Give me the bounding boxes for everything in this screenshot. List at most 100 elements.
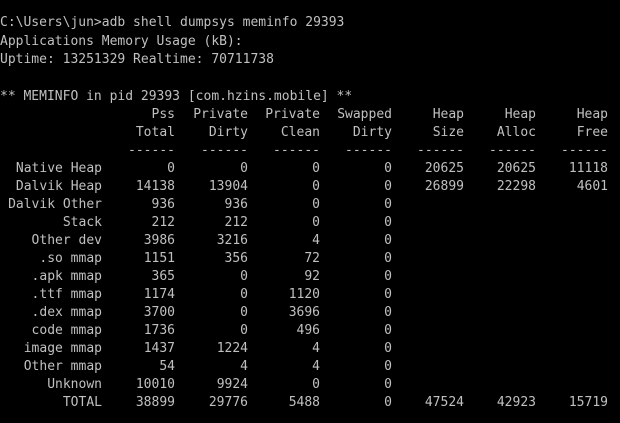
table-cell: 3216 [216, 233, 248, 248]
table-cell: 15719 [568, 395, 608, 410]
table-cell: 1151 [143, 251, 175, 266]
table-cell: 0 [312, 179, 320, 194]
table-cell: 14138 [135, 179, 175, 194]
column-header-top: Swapped [337, 107, 392, 122]
table-cell: 496 [296, 323, 320, 338]
uptime-line: Uptime: 13251329 Realtime: 70711738 [0, 52, 274, 67]
table-cell: 0 [312, 377, 320, 392]
table-cell: 29776 [208, 395, 248, 410]
row-label: Unknown [47, 377, 102, 392]
table-cell: 1437 [143, 341, 175, 356]
table-cell: 5488 [288, 395, 320, 410]
column-header-bottom: Dirty [208, 125, 248, 140]
column-header-top: Heap [432, 107, 464, 122]
table-cell: 42923 [496, 395, 536, 410]
table-cell: 9924 [216, 377, 248, 392]
table-cell: 1174 [143, 287, 175, 302]
table-cell: 0 [384, 233, 392, 248]
table-cell: 4 [312, 341, 320, 356]
table-cell: 0 [384, 269, 392, 284]
table-cell: 11118 [568, 161, 608, 176]
table-cell: 54 [159, 359, 175, 374]
table-cell: 0 [312, 161, 320, 176]
table-cell: 212 [224, 215, 248, 230]
table-cell: 0 [384, 161, 392, 176]
table-cell: 3986 [143, 233, 175, 248]
column-header-bottom: Size [432, 125, 464, 140]
table-cell: 0 [312, 215, 320, 230]
table-cell: 0 [167, 161, 175, 176]
row-label: code mmap [31, 323, 102, 338]
table-cell: 3700 [143, 305, 175, 320]
table-cell: 0 [240, 269, 248, 284]
table-cell: 20625 [424, 161, 464, 176]
table-cell: 936 [151, 197, 175, 212]
row-label: .so mmap [39, 251, 102, 266]
meminfo-header: ** MEMINFO in pid 29393 [com.hzins.mobil… [0, 89, 353, 104]
table-cell: 4 [312, 359, 320, 374]
table-cell: 4 [312, 233, 320, 248]
column-separator: ------ [345, 143, 392, 158]
column-separator: ------ [561, 143, 608, 158]
table-cell: 0 [240, 287, 248, 302]
table-cell: 38899 [135, 395, 175, 410]
console-window[interactable]: C:\Users\jun>adb shell dumpsys meminfo 2… [0, 0, 620, 423]
column-header-top: Private [193, 107, 248, 122]
table-cell: 0 [240, 161, 248, 176]
table-cell: 0 [384, 251, 392, 266]
table-cell: 13904 [208, 179, 248, 194]
column-separator: ------ [489, 143, 536, 158]
column-header-bottom: Free [576, 125, 608, 140]
column-header-top: Heap [504, 107, 536, 122]
app-memory-title: Applications Memory Usage (kB): [0, 34, 243, 49]
table-cell: 0 [240, 305, 248, 320]
table-cell: 0 [384, 215, 392, 230]
column-header-bottom: Clean [280, 125, 320, 140]
table-cell: 1736 [143, 323, 175, 338]
table-cell: 0 [384, 305, 392, 320]
row-label: .dex mmap [31, 305, 102, 320]
row-label: TOTAL [62, 395, 102, 410]
table-cell: 936 [224, 197, 248, 212]
table-cell: 4 [240, 359, 248, 374]
table-cell: 10010 [135, 377, 175, 392]
column-header-top: Private [265, 107, 320, 122]
row-label: Other dev [31, 233, 102, 248]
column-header-bottom: Dirty [352, 125, 392, 140]
table-cell: 0 [384, 377, 392, 392]
table-cell: 47524 [424, 395, 464, 410]
table-cell: 0 [240, 323, 248, 338]
table-cell: 4601 [576, 179, 608, 194]
table-cell: 356 [224, 251, 248, 266]
row-label: Native Heap [15, 161, 102, 176]
column-separator: ------ [201, 143, 248, 158]
table-cell: 0 [384, 197, 392, 212]
column-separator: ------ [273, 143, 320, 158]
command-line: C:\Users\jun>adb shell dumpsys meminfo 2… [0, 15, 345, 30]
table-cell: 22298 [496, 179, 536, 194]
row-label: Dalvik Heap [15, 179, 102, 194]
column-separator: ------ [417, 143, 464, 158]
table-cell: 20625 [496, 161, 536, 176]
table-cell: 3696 [288, 305, 320, 320]
column-header-top: Heap [576, 107, 608, 122]
row-label: Stack [62, 215, 102, 230]
table-cell: 92 [304, 269, 320, 284]
row-label: .apk mmap [31, 269, 102, 284]
table-cell: 1120 [288, 287, 320, 302]
row-label: .ttf mmap [31, 287, 102, 302]
table-cell: 0 [384, 341, 392, 356]
table-cell: 26899 [424, 179, 464, 194]
table-cell: 212 [151, 215, 175, 230]
table-cell: 365 [151, 269, 175, 284]
row-label: image mmap [23, 341, 102, 356]
column-header-top: Pss [151, 107, 175, 122]
row-label: Other mmap [23, 359, 102, 374]
table-cell: 0 [384, 287, 392, 302]
table-cell: 0 [384, 395, 392, 410]
table-cell: 0 [312, 197, 320, 212]
table-cell: 0 [384, 359, 392, 374]
table-cell: 72 [304, 251, 320, 266]
column-header-bottom: Total [135, 125, 175, 140]
column-separator: ------ [128, 143, 175, 158]
